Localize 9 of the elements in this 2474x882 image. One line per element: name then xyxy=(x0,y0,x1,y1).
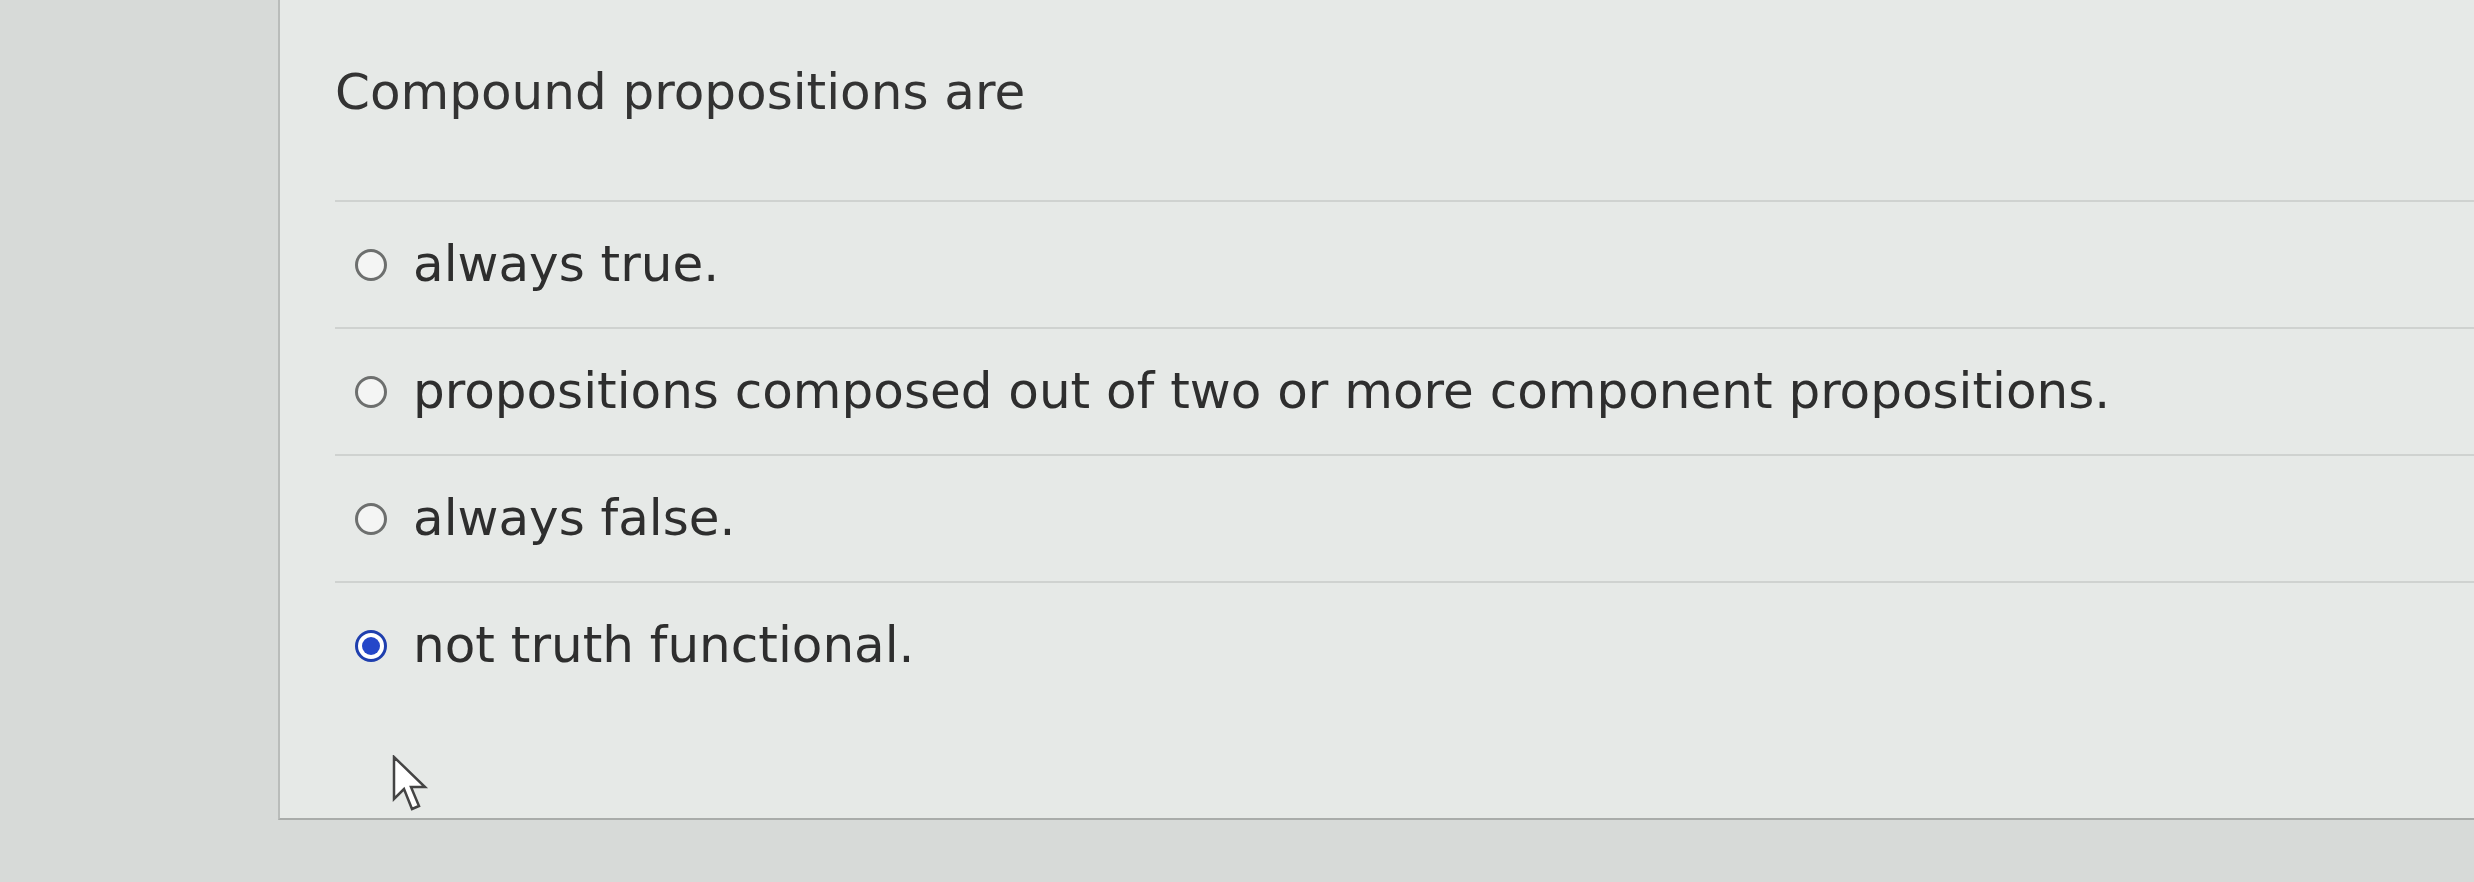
option-label[interactable]: not truth functional. xyxy=(413,608,915,683)
option-label[interactable]: propositions composed out of two or more component propositions. xyxy=(413,354,2111,429)
option-label[interactable]: always true. xyxy=(413,227,720,302)
radio-button[interactable] xyxy=(355,502,387,535)
option-label[interactable]: always false. xyxy=(413,481,736,556)
radio-button[interactable] xyxy=(355,629,387,662)
radio-button[interactable] xyxy=(355,248,387,281)
radio-button[interactable] xyxy=(355,375,387,408)
question-text: Compound propositions are xyxy=(335,62,1027,123)
